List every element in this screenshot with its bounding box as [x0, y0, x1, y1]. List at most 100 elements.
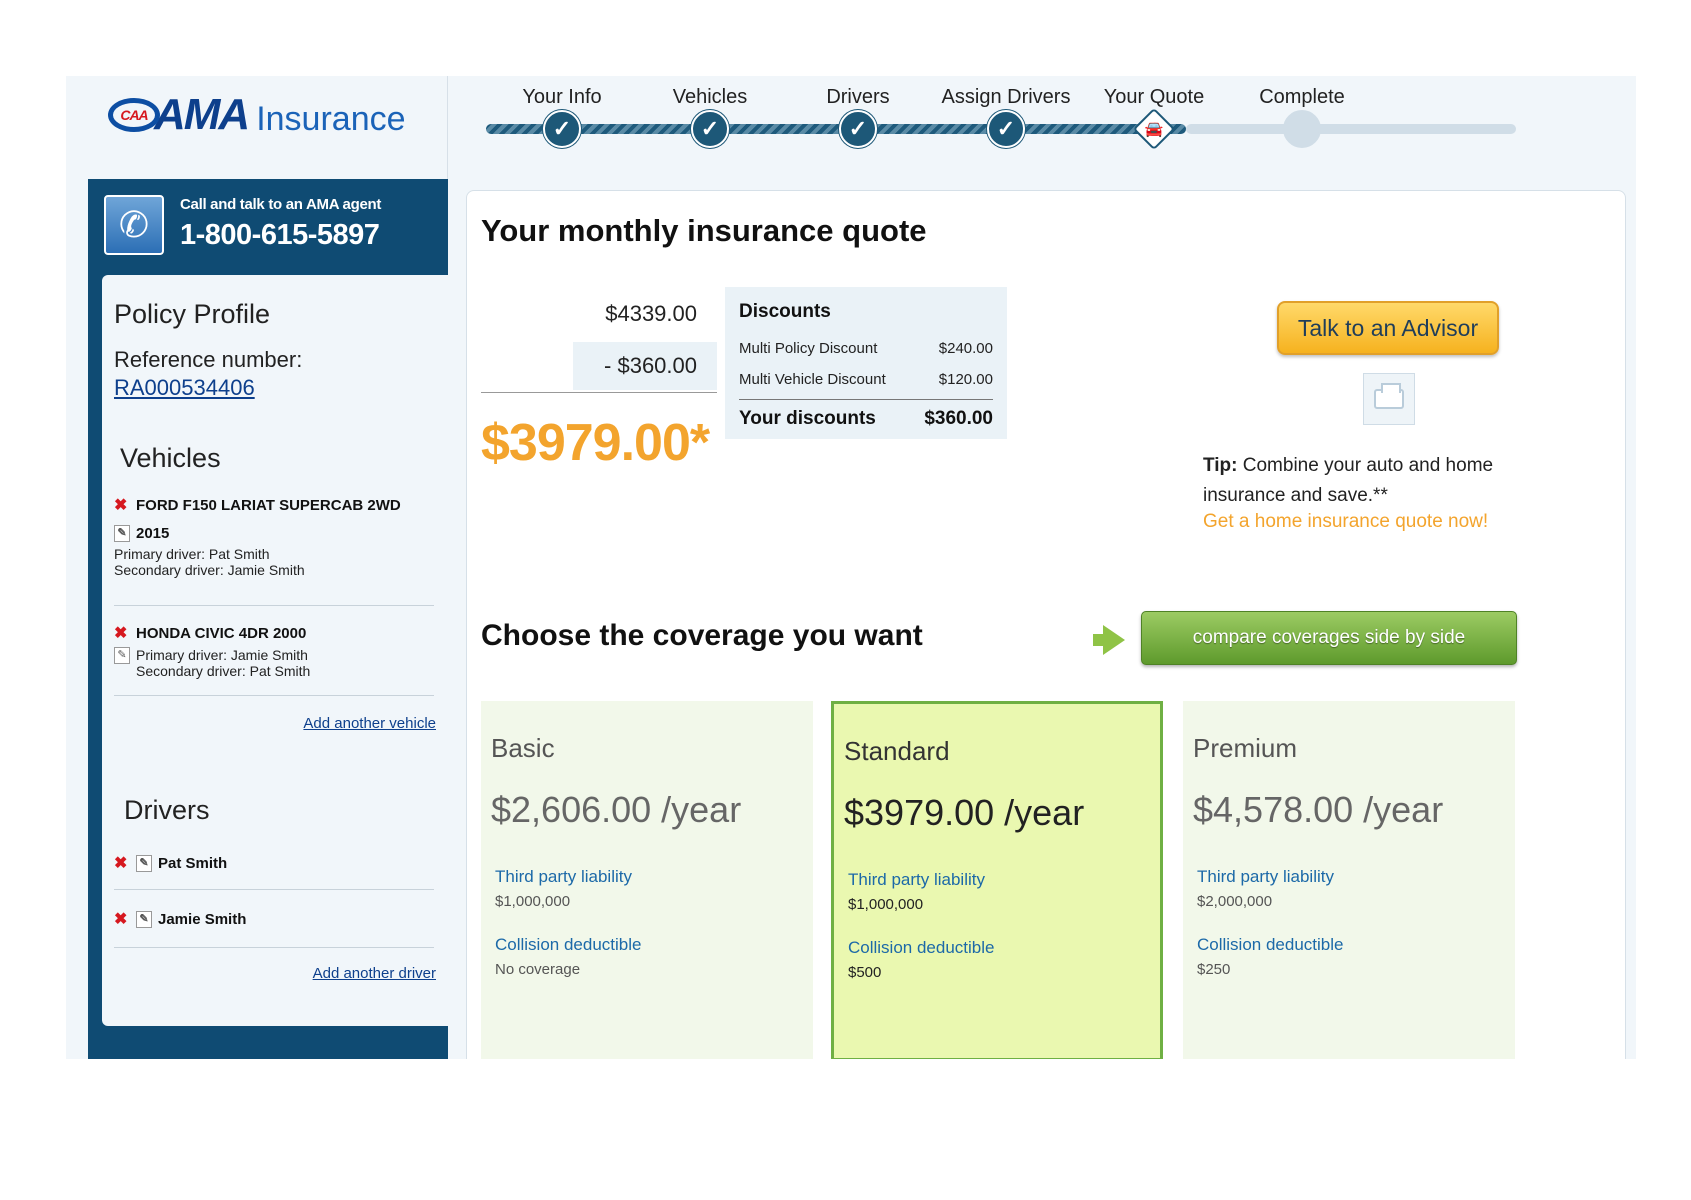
header-divider — [447, 76, 448, 184]
edit-icon[interactable]: ✎ — [136, 910, 152, 928]
coverage-value: No coverage — [495, 961, 581, 978]
policy-profile-title: Policy Profile — [114, 299, 271, 329]
check-icon[interactable]: ✓ — [839, 110, 877, 148]
ama-insurance-logo[interactable]: CAA AMA Insurance — [108, 90, 408, 140]
coverage-label[interactable]: Third party liability — [848, 870, 985, 890]
progress-track-remaining — [1186, 124, 1516, 134]
discount-row: Multi Policy Discount $240.00 — [739, 333, 993, 364]
caa-badge: CAA — [108, 98, 160, 132]
discounts-heading: Discounts — [739, 301, 831, 322]
vehicle-name: HONDA CIVIC 4DR 2000 — [136, 624, 307, 642]
coverage-label[interactable]: Collision deductible — [1197, 935, 1343, 955]
edit-icon[interactable]: ✎ — [136, 854, 152, 872]
logo-brand: AMA — [154, 90, 250, 139]
phone-icon: ✆ — [104, 195, 164, 255]
coverage-value: $250 — [1197, 961, 1231, 978]
plan-name: Standard — [844, 736, 950, 766]
tip-label: Tip: — [1203, 455, 1238, 476]
call-agent-text: Call and talk to an AMA agent — [180, 196, 382, 213]
edit-icon[interactable]: ✎ — [114, 647, 130, 664]
plan-name: Premium — [1193, 733, 1298, 763]
step-your-quote: Your Quote — [1103, 86, 1205, 108]
discount-value: $120.00 — [938, 371, 993, 388]
remove-x-icon[interactable]: ✖ — [114, 495, 130, 515]
driver-name: Jamie Smith — [158, 910, 247, 928]
tip-body: Combine your auto and home insurance and… — [1203, 455, 1494, 506]
plan-price: $2,606.00 /year — [491, 789, 742, 830]
plan-card-standard[interactable]: Standard $3979.00 /year Third party liab… — [831, 701, 1163, 1059]
reference-number-link[interactable]: RA000534406 — [114, 375, 255, 401]
step-complete: Complete — [1259, 86, 1345, 108]
check-icon[interactable]: ✓ — [987, 110, 1025, 148]
coverage-label[interactable]: Collision deductible — [495, 935, 641, 955]
drivers-title: Drivers — [124, 795, 210, 825]
talk-to-advisor-button[interactable]: Talk to an Advisor — [1277, 301, 1499, 355]
discount-label: Multi Vehicle Discount — [739, 371, 886, 388]
secondary-driver: Secondary driver: Pat Smith — [136, 663, 311, 679]
step-drivers[interactable]: Drivers — [826, 86, 889, 109]
discount-amount: - $360.00 — [604, 353, 697, 378]
car-icon: 🚘 — [1132, 107, 1176, 151]
edit-icon[interactable]: ✎ — [114, 525, 130, 542]
arrow-right-icon — [1103, 625, 1125, 655]
price-breakdown: $4339.00 - $360.00 — [481, 287, 717, 393]
price-rule — [481, 392, 717, 393]
add-driver-link[interactable]: Add another driver — [313, 965, 436, 982]
driver-name: Pat Smith — [158, 854, 228, 872]
primary-driver: Primary driver: Pat Smith — [114, 546, 270, 562]
vehicle-item: ✖ HONDA CIVIC 4DR 2000 ✎ Primary driver: … — [114, 623, 434, 679]
coverage-value: $1,000,000 — [848, 896, 924, 913]
divider — [114, 947, 434, 948]
vehicle-year: 2015 — [136, 525, 170, 542]
discount-value: $240.00 — [938, 340, 993, 357]
coverage-label[interactable]: Third party liability — [495, 867, 632, 887]
discounts-table: Discounts Multi Policy Discount $240.00 … — [725, 287, 1007, 439]
check-icon[interactable]: ✓ — [543, 110, 581, 148]
quote-card: Your monthly insurance quote $4339.00 - … — [466, 190, 1626, 1059]
base-price: $4339.00 — [605, 301, 697, 326]
home-quote-link[interactable]: Get a home insurance quote now! — [1203, 511, 1488, 533]
step-pending-dot — [1283, 110, 1321, 148]
plan-price: $3979.00 /year — [844, 792, 1085, 833]
vehicles-title: Vehicles — [120, 443, 221, 473]
app-window: CAA AMA Insurance Your Info Vehicles Dri… — [66, 76, 1636, 1059]
tip-text: Tip: Combine your auto and home insuranc… — [1203, 451, 1523, 511]
driver-item: ✖ ✎ Jamie Smith — [114, 909, 434, 929]
print-button[interactable] — [1363, 373, 1415, 425]
discount-total-row: Your discounts $360.00 — [739, 399, 993, 430]
policy-profile-panel: Policy Profile Reference number: RA00053… — [102, 275, 448, 1026]
quote-title: Your monthly insurance quote — [481, 213, 927, 248]
remove-x-icon[interactable]: ✖ — [114, 909, 130, 929]
remove-x-icon[interactable]: ✖ — [114, 853, 130, 873]
divider — [114, 605, 434, 606]
compare-coverages-button[interactable]: compare coverages side by side — [1141, 611, 1517, 665]
discount-total-label: Your discounts — [739, 408, 876, 429]
coverage-value: $1,000,000 — [495, 893, 571, 910]
progress-track-done — [486, 124, 1186, 134]
check-icon[interactable]: ✓ — [691, 110, 729, 148]
phone-number[interactable]: 1-800-615-5897 — [180, 219, 380, 252]
secondary-driver: Secondary driver: Jamie Smith — [114, 562, 305, 578]
reference-label: Reference number: — [114, 347, 303, 372]
step-your-info[interactable]: Your Info — [522, 86, 601, 109]
step-assign-drivers[interactable]: Assign Drivers — [942, 86, 1071, 109]
coverage-value: $500 — [848, 964, 882, 981]
logo-suffix: Insurance — [256, 99, 406, 138]
plan-price: $4,578.00 /year — [1193, 789, 1444, 830]
add-vehicle-link[interactable]: Add another vehicle — [303, 715, 436, 732]
discount-label: Multi Policy Discount — [739, 340, 878, 357]
remove-x-icon[interactable]: ✖ — [114, 623, 130, 643]
divider — [114, 695, 434, 696]
driver-item: ✖ ✎ Pat Smith — [114, 853, 434, 873]
step-vehicles[interactable]: Vehicles — [673, 86, 748, 109]
plan-card-basic[interactable]: Basic $2,606.00 /year Third party liabil… — [481, 701, 813, 1059]
vehicle-name: FORD F150 LARIAT SUPERCAB 2WD — [136, 496, 401, 514]
call-agent-banner[interactable]: ✆ Call and talk to an AMA agent 1-800-61… — [88, 179, 448, 275]
plan-name: Basic — [491, 733, 555, 763]
print-icon — [1374, 383, 1404, 409]
coverage-label[interactable]: Third party liability — [1197, 867, 1334, 887]
sidebar: ✆ Call and talk to an AMA agent 1-800-61… — [88, 179, 448, 1059]
coverage-label[interactable]: Collision deductible — [848, 938, 994, 958]
primary-driver: Primary driver: Jamie Smith — [136, 647, 308, 663]
plan-card-premium[interactable]: Premium $4,578.00 /year Third party liab… — [1183, 701, 1515, 1059]
